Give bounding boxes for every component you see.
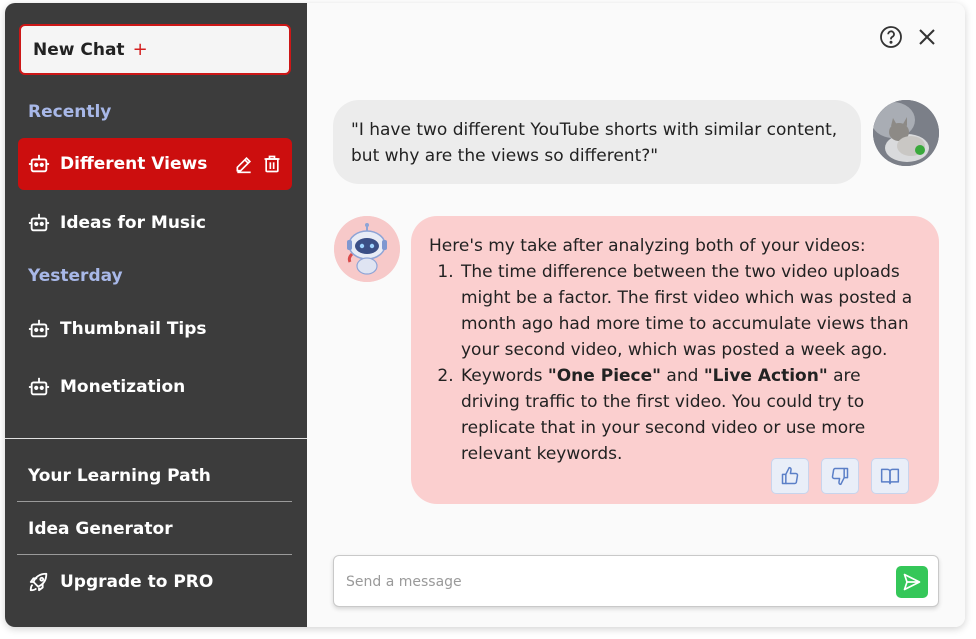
message-input[interactable] (346, 568, 886, 596)
chat-item-thumbnail-tips[interactable]: Thumbnail Tips (18, 303, 292, 355)
assistant-message-bubble: Here's my take after analyzing both of y… (411, 216, 939, 504)
user-message-text: "I have two different YouTube shorts wit… (351, 120, 838, 166)
chat-item-ideas-for-music[interactable]: Ideas for Music (18, 197, 292, 249)
assistant-point: The time difference between the two vide… (459, 259, 921, 363)
chat-item-label: Monetization (60, 377, 186, 397)
chat-item-label: Ideas for Music (60, 213, 206, 233)
user-message-bubble: "I have two different YouTube shorts wit… (333, 100, 861, 184)
upgrade-pro-label: Upgrade to PRO (60, 572, 214, 592)
read-aloud-button[interactable] (871, 458, 909, 494)
chat-item-label: Thumbnail Tips (60, 319, 207, 339)
robot-icon (28, 319, 50, 338)
help-icon[interactable] (879, 25, 903, 49)
upgrade-pro-link[interactable]: Upgrade to PRO (17, 556, 292, 608)
chat-item-different-views[interactable]: Different Views (18, 138, 292, 190)
app-window: New Chat + Recently Different Views Idea… (5, 3, 965, 627)
send-icon (903, 573, 921, 591)
sidebar-divider (5, 438, 307, 439)
new-chat-button[interactable]: New Chat + (19, 24, 291, 75)
chat-item-monetization[interactable]: Monetization (18, 361, 292, 413)
rocket-icon (29, 572, 48, 592)
close-icon[interactable] (915, 25, 939, 49)
thumbs-down-icon (831, 467, 849, 486)
thumbs-up-icon (781, 466, 799, 485)
section-title-recently: Recently (28, 102, 112, 122)
assistant-point: Keywords "One Piece" and "Live Action" a… (459, 363, 921, 467)
assistant-points-list: The time difference between the two vide… (459, 259, 921, 467)
idea-generator-label: Idea Generator (28, 519, 173, 539)
assistant-point-text: Keywords (461, 366, 548, 386)
assistant-intro: Here's my take after analyzing both of y… (429, 236, 866, 256)
chat-item-label: Different Views (60, 154, 208, 174)
robot-icon (28, 377, 50, 396)
user-avatar (873, 100, 939, 166)
robot-icon (28, 154, 50, 173)
edit-icon[interactable] (234, 154, 254, 174)
footer-divider (17, 501, 292, 502)
learning-path-label: Your Learning Path (28, 466, 211, 486)
thumbs-up-button[interactable] (771, 458, 809, 494)
footer-divider (17, 554, 292, 555)
keyword-highlight: "Live Action" (703, 366, 828, 386)
thumbs-down-button[interactable] (821, 458, 859, 494)
sidebar: New Chat + Recently Different Views Idea… (5, 3, 307, 627)
keyword-highlight: "One Piece" (547, 366, 662, 386)
assistant-point-text: The time difference between the two vide… (461, 262, 913, 360)
assistant-point-text: and (661, 366, 704, 386)
book-icon (880, 468, 900, 485)
message-composer (333, 555, 939, 607)
trash-icon[interactable] (262, 154, 282, 174)
section-title-yesterday: Yesterday (28, 266, 123, 286)
robot-icon (28, 213, 50, 232)
plus-icon: + (132, 39, 148, 60)
learning-path-link[interactable]: Your Learning Path (17, 450, 292, 502)
feedback-actions (771, 458, 909, 494)
new-chat-label: New Chat (33, 39, 125, 60)
chat-main: "I have two different YouTube shorts wit… (307, 3, 965, 627)
assistant-avatar (334, 216, 400, 282)
send-button[interactable] (896, 566, 928, 598)
idea-generator-link[interactable]: Idea Generator (17, 503, 292, 555)
chat-item-actions (234, 154, 282, 174)
